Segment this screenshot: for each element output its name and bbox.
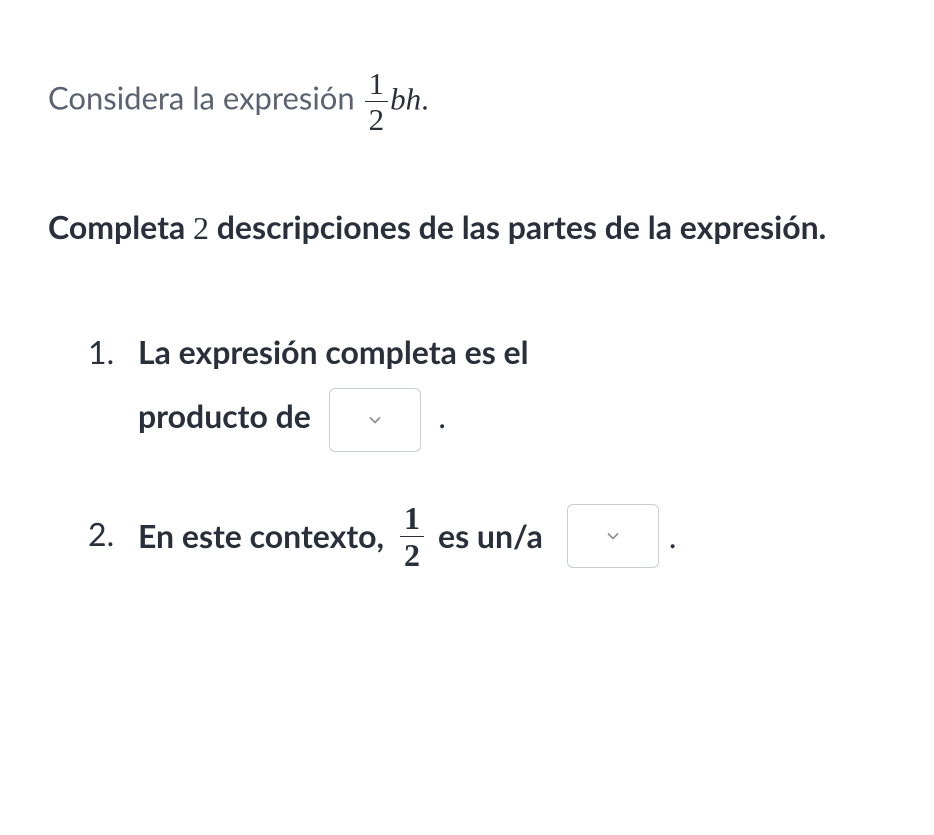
question-1: La expresión completa es el producto de …	[88, 320, 886, 452]
chevron-down-icon	[365, 410, 385, 430]
math-variable-bh: bh	[390, 81, 421, 116]
q2-mid: es un/a	[438, 504, 543, 568]
fraction-one-half: 12	[365, 68, 389, 135]
q2-fraction-denominator: 2	[400, 536, 424, 571]
chevron-down-icon	[603, 526, 623, 546]
instruction-part1: Completa	[48, 207, 193, 246]
q2-before: En este contexto,	[138, 504, 384, 568]
question-list: La expresión completa es el producto de …	[48, 320, 886, 571]
question-2: En este contexto, 12 es un/a .	[88, 502, 886, 571]
q2-dropdown[interactable]	[567, 504, 659, 568]
q1-line1: La expresión completa es el	[138, 332, 529, 371]
instruction-part2: descripciones de las partes de la expres…	[209, 207, 826, 246]
fraction-one-half-q2: 12	[400, 502, 424, 571]
intro-prefix: Considera la expresión	[48, 78, 363, 116]
intro-text: Considera la expresión 12bh.	[48, 68, 886, 135]
intro-suffix: .	[421, 81, 429, 116]
fraction-numerator: 1	[365, 68, 389, 101]
q2-fraction-numerator: 1	[400, 502, 424, 536]
instruction-text: Completa 2 descripciones de las partes d…	[48, 203, 886, 252]
q1-dropdown[interactable]	[329, 388, 421, 452]
q1-period: .	[438, 396, 446, 435]
q2-period: .	[669, 504, 677, 568]
fraction-denominator: 2	[365, 101, 389, 135]
q1-line2-before: producto de	[138, 396, 319, 435]
instruction-number: 2	[193, 210, 209, 246]
